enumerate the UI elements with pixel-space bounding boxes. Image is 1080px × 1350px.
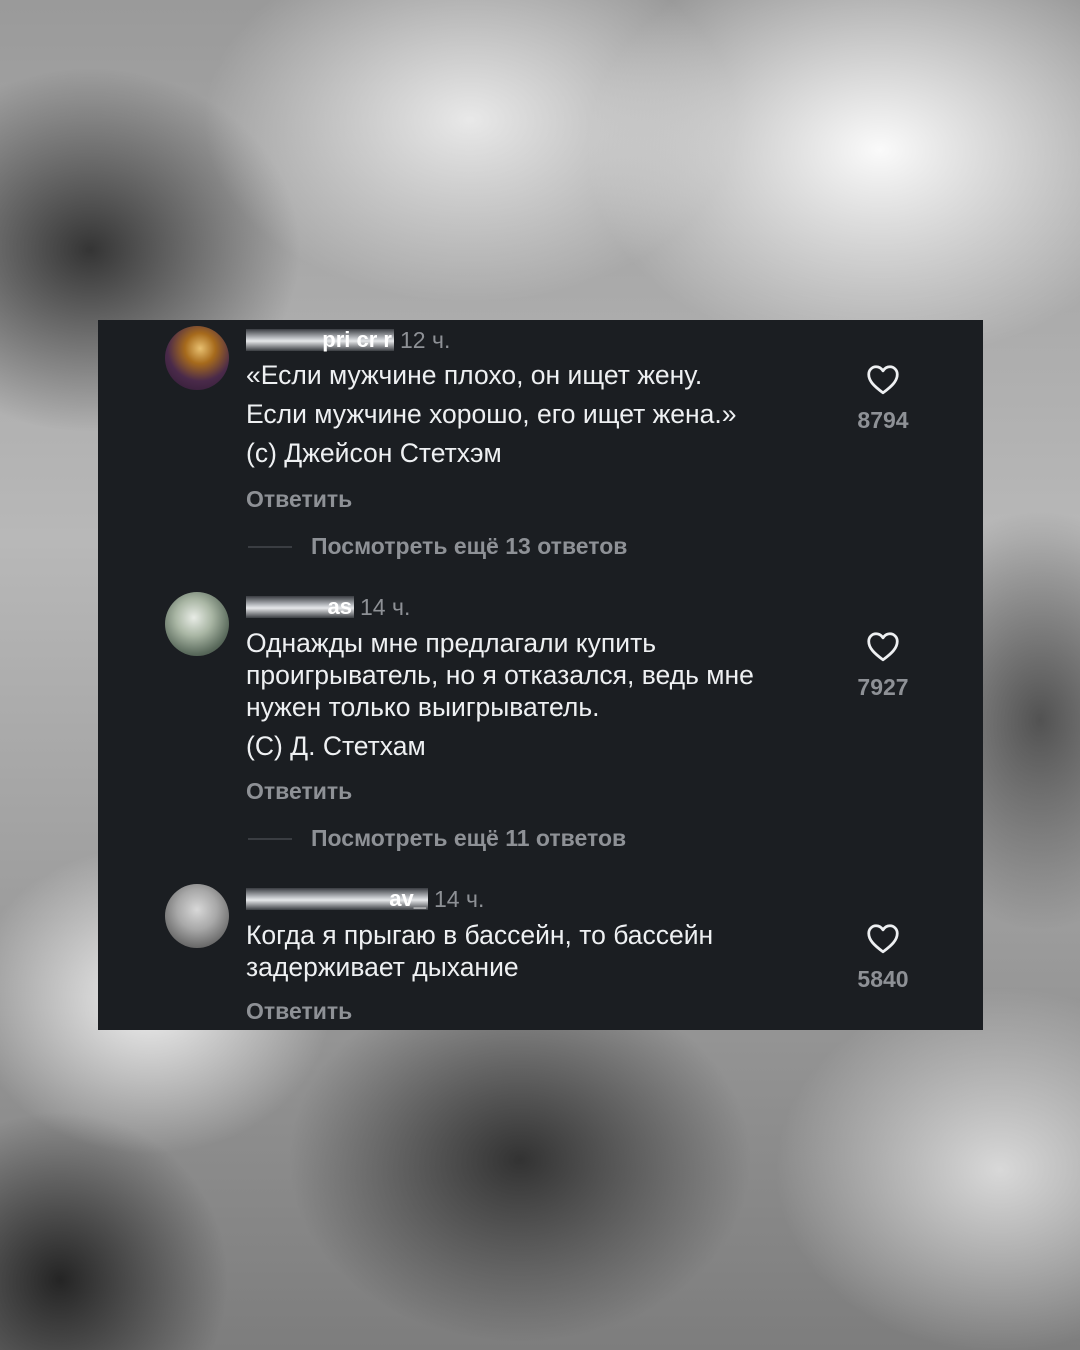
view-more-replies[interactable]: Посмотреть ещё 11 ответов xyxy=(248,825,626,852)
comment-meta: av_ 14 ч. xyxy=(246,884,484,914)
like-count: 7927 xyxy=(857,674,909,700)
comment-line: проигрыватель, но я отказался, ведь мне xyxy=(246,660,754,690)
comment-meta: as 14 ч. xyxy=(246,592,410,622)
view-more-replies[interactable]: Посмотреть ещё 13 ответов xyxy=(248,533,627,560)
like-count: 8794 xyxy=(857,407,909,433)
username[interactable]: pri cr r xyxy=(246,329,394,351)
comment-line: Когда я прыгаю в бассейн, то бассейн xyxy=(246,920,714,950)
divider xyxy=(248,545,292,548)
reply-button[interactable]: Ответить xyxy=(246,998,352,1025)
comment-line: «Если мужчине плохо, он ищет жену. xyxy=(246,360,703,390)
comment-line: нужен только выигрыватель. xyxy=(246,692,600,722)
like-count: 5840 xyxy=(857,966,909,992)
timestamp: 14 ч. xyxy=(434,885,485,912)
view-more-replies-label: Посмотреть ещё 11 ответов xyxy=(311,825,627,851)
comment-text: Когда я прыгаю в бассейн, то бассейн зад… xyxy=(246,920,816,984)
avatar[interactable] xyxy=(165,884,229,948)
timestamp: 12 ч. xyxy=(400,326,451,353)
comments-panel: pri cr r 12 ч. «Если мужчине плохо, он и… xyxy=(98,320,983,1030)
heart-icon[interactable] xyxy=(865,630,901,662)
divider xyxy=(248,837,292,840)
view-more-replies-label: Посмотреть ещё 13 ответов xyxy=(311,533,628,559)
comment-line: Однажды мне предлагали купить xyxy=(246,628,657,658)
comment-line: Если мужчине хорошо, его ищет жена.» xyxy=(246,399,737,429)
avatar[interactable] xyxy=(165,592,229,656)
comment-line: (С) Д. Стетхам xyxy=(246,731,426,761)
comment-text: Однажды мне предлагали купить проигрыват… xyxy=(246,628,816,770)
like-group: 5840 xyxy=(846,922,920,993)
reply-button[interactable]: Ответить xyxy=(246,778,352,805)
heart-icon[interactable] xyxy=(865,363,901,395)
username[interactable]: av_ xyxy=(246,888,428,910)
comment-line: (с) Джейсон Стетхэм xyxy=(246,438,502,468)
username[interactable]: as xyxy=(246,596,354,618)
like-group: 7927 xyxy=(846,630,920,701)
like-group: 8794 xyxy=(846,363,920,434)
heart-icon[interactable] xyxy=(865,922,901,954)
comment-line: задерживает дыхание xyxy=(246,952,519,982)
timestamp: 14 ч. xyxy=(360,593,411,620)
comment-meta: pri cr r 12 ч. xyxy=(246,325,450,355)
reply-button[interactable]: Ответить xyxy=(246,486,352,513)
comment-text: «Если мужчине плохо, он ищет жену. Если … xyxy=(246,360,816,477)
avatar[interactable] xyxy=(165,326,229,390)
